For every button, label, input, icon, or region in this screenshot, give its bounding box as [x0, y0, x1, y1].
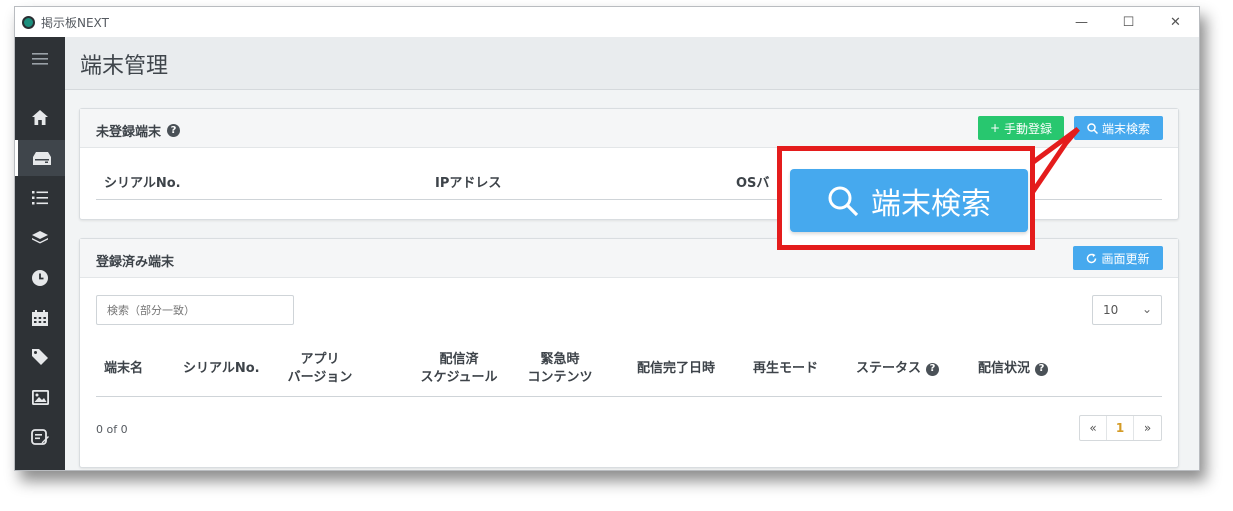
sidebar — [15, 37, 65, 470]
unregistered-panel-header: 未登録端末 ? + 手動登録 端末検索 — [80, 109, 1178, 148]
edit-icon[interactable] — [15, 419, 65, 455]
plus-icon: + — [989, 121, 1001, 135]
column-ip-address: IPアドレス — [435, 176, 502, 191]
column-emergency-content-line1: 緊急時 — [540, 352, 580, 367]
callout-search-button: 端末検索 — [790, 169, 1028, 232]
refresh-icon — [1087, 253, 1097, 263]
column-delivery-status: 配信状況 ? — [978, 360, 1049, 378]
column-status-label: ステータス — [856, 361, 922, 376]
pagination-page[interactable]: 1 — [1107, 416, 1134, 440]
window-title: 掲示板NEXT — [41, 15, 109, 30]
column-device-name: 端末名 — [104, 361, 144, 376]
page-size-value: 10 — [1103, 303, 1119, 317]
column-emergency-content: 緊急時 コンテンツ — [520, 351, 600, 387]
column-status: ステータス ? — [856, 360, 940, 378]
maximize-button[interactable]: ☐ — [1105, 7, 1152, 37]
pagination: « 1 » — [1079, 415, 1162, 441]
callout-search-label: 端末検索 — [871, 186, 991, 222]
title-bar: 掲示板NEXT — ☐ ✕ — [15, 7, 1199, 37]
refresh-label: 画面更新 — [1101, 251, 1150, 266]
device-search-button[interactable]: 端末検索 — [1074, 116, 1163, 140]
image-icon[interactable] — [15, 379, 65, 415]
registered-title: 登録済み端末 — [96, 255, 175, 270]
column-emergency-content-line2: コンテンツ — [527, 370, 593, 385]
pagination-next[interactable]: » — [1134, 416, 1161, 440]
tag-icon[interactable] — [15, 339, 65, 375]
unregistered-title: 未登録端末 ? — [96, 121, 181, 140]
column-delivered-schedule-line2: スケジュール — [420, 370, 498, 385]
column-delivered-schedule-line1: 配信済 — [439, 352, 479, 367]
calendar-icon[interactable] — [15, 300, 65, 336]
column-completed-datetime: 配信完了日時 — [637, 361, 716, 376]
page-size-select[interactable]: 10 ⌄ — [1092, 295, 1162, 325]
pagination-prev[interactable]: « — [1080, 416, 1107, 440]
column-delivery-status-label: 配信状況 — [978, 361, 1031, 376]
close-button[interactable]: ✕ — [1152, 7, 1199, 37]
home-icon[interactable] — [15, 99, 65, 135]
menu-icon[interactable] — [15, 41, 65, 77]
record-count: 0 of 0 — [96, 423, 128, 436]
device-search-label: 端末検索 — [1101, 121, 1150, 136]
column-delivered-schedule: 配信済 スケジュール — [411, 351, 507, 387]
app-logo-icon — [22, 15, 35, 29]
list-icon[interactable] — [15, 180, 65, 216]
chevron-down-icon: ⌄ — [1141, 302, 1152, 316]
callout-search-icon — [828, 186, 859, 216]
manual-register-label: 手動登録 — [1004, 121, 1053, 136]
column-serial: シリアルNo. — [104, 176, 181, 191]
column-os-version: OSバ — [736, 176, 770, 191]
search-icon — [1087, 122, 1098, 134]
status-help-icon[interactable]: ? — [926, 362, 940, 376]
minimize-button[interactable]: — — [1058, 7, 1105, 37]
window-controls: — ☐ ✕ — [1058, 7, 1199, 37]
column-play-mode: 再生モード — [753, 361, 819, 376]
table-divider — [96, 396, 1162, 397]
help-icon[interactable]: ? — [167, 124, 181, 137]
search-input[interactable] — [96, 295, 294, 325]
manual-register-button[interactable]: + 手動登録 — [978, 116, 1064, 140]
refresh-button[interactable]: 画面更新 — [1073, 246, 1163, 270]
terminal-icon[interactable] — [15, 140, 65, 176]
column-app-version-line2: バージョン — [287, 370, 353, 385]
delivery-help-icon[interactable]: ? — [1035, 362, 1049, 376]
column-serial-no: シリアルNo. — [183, 361, 260, 376]
clock-icon[interactable] — [15, 260, 65, 296]
layers-icon[interactable] — [15, 220, 65, 256]
page-title: 端末管理 — [80, 54, 169, 79]
main-content: 端末管理 未登録端末 ? + 手動登録 端末検索 シリアルNo. IPアドレス — [65, 37, 1199, 470]
unregistered-title-text: 未登録端末 — [96, 125, 162, 140]
column-app-version-line1: アプリ — [300, 352, 340, 367]
column-app-version: アプリ バージョン — [280, 351, 360, 387]
callout-zoom: 端末検索 — [777, 146, 1035, 250]
page-header: 端末管理 — [65, 37, 1199, 90]
registered-panel: 登録済み端末 画面更新 10 ⌄ 端末名 シリアルNo. アプリ バージョン 配… — [79, 238, 1179, 468]
